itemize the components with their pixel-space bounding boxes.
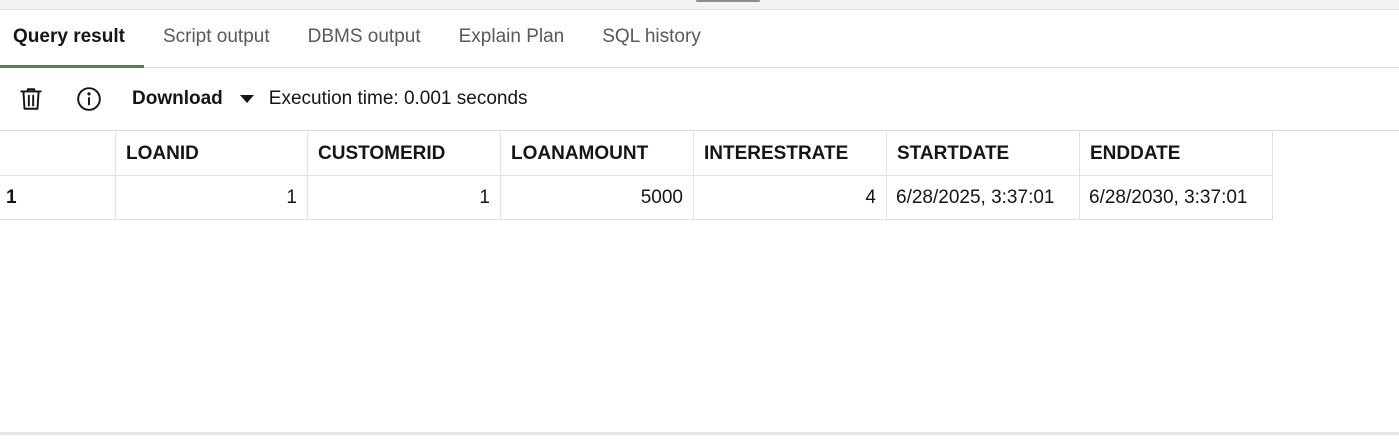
column-header-interestrate[interactable]: INTERESTRATE bbox=[694, 132, 887, 176]
results-grid: LOANID CUSTOMERID LOANAMOUNT INTERESTRAT… bbox=[0, 132, 1273, 220]
trash-icon bbox=[20, 88, 42, 110]
cell-startdate[interactable]: 6/28/2025, 3:37:01 bbox=[887, 176, 1080, 220]
cell-enddate[interactable]: 6/28/2030, 3:37:01 bbox=[1080, 176, 1273, 220]
tab-script-output[interactable]: Script output bbox=[144, 10, 289, 67]
header-row: LOANID CUSTOMERID LOANAMOUNT INTERESTRAT… bbox=[0, 132, 1273, 176]
result-tabs: Query result Script output DBMS output E… bbox=[0, 10, 1399, 68]
info-icon bbox=[77, 87, 101, 111]
cell-loanamount[interactable]: 5000 bbox=[501, 176, 694, 220]
info-button[interactable] bbox=[69, 79, 109, 119]
tab-sql-history[interactable]: SQL history bbox=[583, 10, 720, 67]
column-header-loanid[interactable]: LOANID bbox=[116, 132, 308, 176]
row-number: 1 bbox=[0, 176, 116, 220]
column-header-enddate[interactable]: ENDDATE bbox=[1080, 132, 1273, 176]
splitter-handle[interactable] bbox=[696, 0, 760, 2]
cell-customerid[interactable]: 1 bbox=[308, 176, 501, 220]
execution-time: Execution time: 0.001 seconds bbox=[268, 88, 528, 109]
column-header-customerid[interactable]: CUSTOMERID bbox=[308, 132, 501, 176]
download-label: Download bbox=[132, 88, 223, 109]
tab-query-result[interactable]: Query result bbox=[0, 10, 144, 68]
cell-interestrate[interactable]: 4 bbox=[694, 176, 887, 220]
cell-loanid[interactable]: 1 bbox=[116, 176, 308, 220]
clear-output-button[interactable] bbox=[11, 79, 51, 119]
result-toolbar: Download Execution time: 0.001 seconds bbox=[0, 68, 1399, 131]
tab-dbms-output[interactable]: DBMS output bbox=[289, 10, 440, 67]
table-row[interactable]: 1 1 1 5000 4 6/28/2025, 3:37:01 6/28/203… bbox=[0, 176, 1273, 220]
download-button[interactable]: Download bbox=[132, 88, 254, 110]
tab-explain-plan[interactable]: Explain Plan bbox=[440, 10, 584, 67]
column-header-startdate[interactable]: STARTDATE bbox=[887, 132, 1080, 176]
bottom-border bbox=[0, 432, 1399, 435]
caret-down-icon bbox=[239, 95, 254, 103]
column-header-loanamount[interactable]: LOANAMOUNT bbox=[501, 132, 694, 176]
corner-cell bbox=[0, 132, 116, 176]
